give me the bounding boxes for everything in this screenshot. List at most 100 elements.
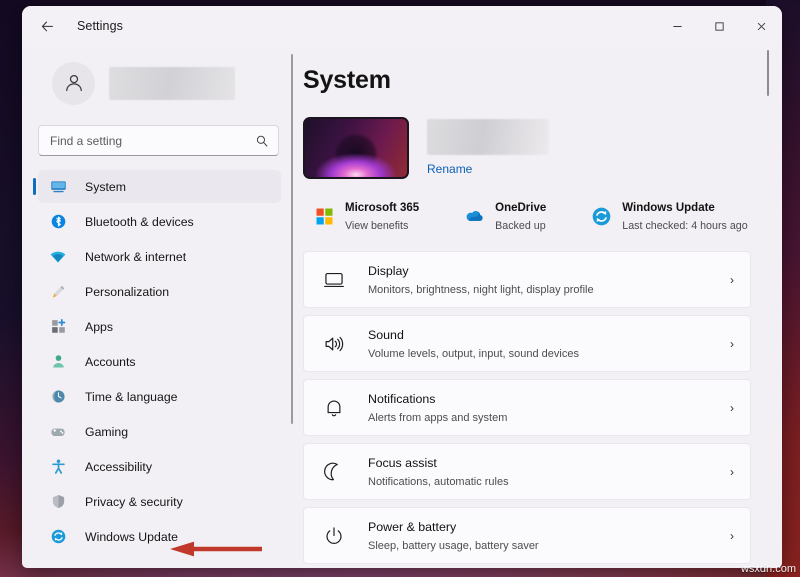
sidebar-item-bluetooth-devices[interactable]: Bluetooth & devices <box>38 205 281 238</box>
device-name-redacted <box>427 119 549 155</box>
accessibility-person-icon <box>48 457 68 477</box>
settings-card-title: Power & battery <box>368 520 456 534</box>
sidebar-item-windows-update[interactable]: Windows Update <box>38 520 281 553</box>
settings-card-title: Focus assist <box>368 456 437 470</box>
main-content: System Rename <box>285 46 782 568</box>
window-controls <box>656 6 782 46</box>
moon-focus-icon <box>322 460 346 484</box>
close-icon <box>756 21 767 32</box>
chevron-right-icon: › <box>730 337 736 351</box>
watermark: wsxdn.com <box>741 563 796 575</box>
minimize-icon <box>672 21 683 32</box>
sidebar-item-label: Network & internet <box>85 250 186 264</box>
apps-grid-icon <box>48 317 68 337</box>
sidebar-item-label: Accessibility <box>85 460 152 474</box>
quick-status-windows-update[interactable]: Windows Update Last checked: 4 hours ago <box>584 195 753 237</box>
sidebar-item-accounts[interactable]: Accounts <box>38 345 281 378</box>
paintbrush-icon <box>48 282 68 302</box>
main-scrollbar[interactable] <box>767 50 769 96</box>
close-button[interactable] <box>740 6 782 46</box>
sidebar-item-system[interactable]: System <box>38 170 281 203</box>
settings-card-power-battery[interactable]: Power & battery Sleep, battery usage, ba… <box>303 507 751 564</box>
user-profile[interactable] <box>52 58 285 108</box>
sidebar-item-label: Windows Update <box>85 530 178 544</box>
sidebar-item-network-internet[interactable]: Network & internet <box>38 240 281 273</box>
microsoft-365-icon <box>313 205 335 227</box>
settings-card-subtitle: Volume levels, output, input, sound devi… <box>368 348 579 360</box>
sidebar-nav-list: System Bluetooth & devices <box>30 170 285 553</box>
search-box[interactable] <box>38 125 279 156</box>
sidebar-item-apps[interactable]: Apps <box>38 310 281 343</box>
quick-status-onedrive[interactable]: OneDrive Backed up <box>457 195 552 237</box>
device-info: Rename <box>427 117 549 178</box>
quick-status-text: Microsoft 365 View benefits <box>345 198 419 234</box>
sidebar-item-label: Bluetooth & devices <box>85 215 194 229</box>
settings-card-sound[interactable]: Sound Volume levels, output, input, soun… <box>303 315 751 372</box>
window-title: Settings <box>77 19 123 33</box>
settings-card-list: Display Monitors, brightness, night ligh… <box>303 251 751 564</box>
sidebar-item-time-language[interactable]: Time & language <box>38 380 281 413</box>
quick-status-microsoft-365[interactable]: Microsoft 365 View benefits <box>307 195 425 237</box>
settings-card-text: Display Monitors, brightness, night ligh… <box>368 262 730 298</box>
chevron-right-icon: › <box>730 529 736 543</box>
settings-card-title: Display <box>368 264 409 278</box>
settings-window: Settings <box>22 6 782 568</box>
bell-notification-icon <box>322 396 346 420</box>
clock-globe-icon <box>48 387 68 407</box>
window-body: System Bluetooth & devices <box>22 46 782 568</box>
maximize-icon <box>714 21 725 32</box>
settings-card-text: Notifications Alerts from apps and syste… <box>368 390 730 426</box>
settings-card-text: Power & battery Sleep, battery usage, ba… <box>368 518 730 554</box>
back-button[interactable] <box>30 10 64 42</box>
settings-card-focus-assist[interactable]: Focus assist Notifications, automatic ru… <box>303 443 751 500</box>
rename-link[interactable]: Rename <box>427 162 472 176</box>
sidebar-item-label: Gaming <box>85 425 128 439</box>
windows-update-sync-icon <box>590 205 612 227</box>
settings-card-text: Sound Volume levels, output, input, soun… <box>368 326 730 362</box>
settings-card-subtitle: Notifications, automatic rules <box>368 476 509 488</box>
account-person-icon <box>48 352 68 372</box>
quick-status-row: Microsoft 365 View benefits OneDrive Bac… <box>303 195 782 237</box>
sidebar-item-label: Privacy & security <box>85 495 183 509</box>
settings-card-display[interactable]: Display Monitors, brightness, night ligh… <box>303 251 751 308</box>
device-wallpaper-thumbnail <box>303 117 409 179</box>
sidebar-item-privacy-security[interactable]: Privacy & security <box>38 485 281 518</box>
chevron-right-icon: › <box>730 401 736 415</box>
sidebar-item-label: Time & language <box>85 390 178 404</box>
power-button-icon <box>322 524 346 548</box>
quick-status-title: Microsoft 365 <box>345 202 419 214</box>
quick-status-title: Windows Update <box>622 202 715 214</box>
search-input[interactable] <box>50 134 255 148</box>
settings-card-title: Sound <box>368 328 404 342</box>
sidebar: System Bluetooth & devices <box>22 46 285 568</box>
system-monitor-icon <box>48 177 68 197</box>
page-title: System <box>303 66 782 95</box>
settings-card-title: Notifications <box>368 392 436 406</box>
device-summary: Rename <box>303 117 782 179</box>
avatar <box>52 62 95 105</box>
sidebar-item-label: Accounts <box>85 355 136 369</box>
gamepad-icon <box>48 422 68 442</box>
sidebar-item-gaming[interactable]: Gaming <box>38 415 281 448</box>
sidebar-item-personalization[interactable]: Personalization <box>38 275 281 308</box>
settings-card-notifications[interactable]: Notifications Alerts from apps and syste… <box>303 379 751 436</box>
minimize-button[interactable] <box>656 6 698 46</box>
settings-card-subtitle: Sleep, battery usage, battery saver <box>368 540 539 552</box>
maximize-button[interactable] <box>698 6 740 46</box>
wifi-icon <box>48 247 68 267</box>
user-name-redacted <box>109 67 235 100</box>
quick-status-subtitle: Backed up <box>495 220 546 232</box>
sidebar-item-label: System <box>85 180 126 194</box>
windows-update-sync-icon <box>48 527 68 547</box>
sidebar-item-label: Personalization <box>85 285 169 299</box>
chevron-right-icon: › <box>730 465 736 479</box>
quick-status-subtitle: View benefits <box>345 220 408 232</box>
back-arrow-icon <box>40 19 55 34</box>
quick-status-text: Windows Update Last checked: 4 hours ago <box>622 198 747 234</box>
search-icon[interactable] <box>255 134 269 148</box>
sidebar-item-accessibility[interactable]: Accessibility <box>38 450 281 483</box>
onedrive-cloud-icon <box>463 205 485 227</box>
quick-status-text: OneDrive Backed up <box>495 198 546 234</box>
settings-card-text: Focus assist Notifications, automatic ru… <box>368 454 730 490</box>
quick-status-subtitle: Last checked: 4 hours ago <box>622 220 747 232</box>
